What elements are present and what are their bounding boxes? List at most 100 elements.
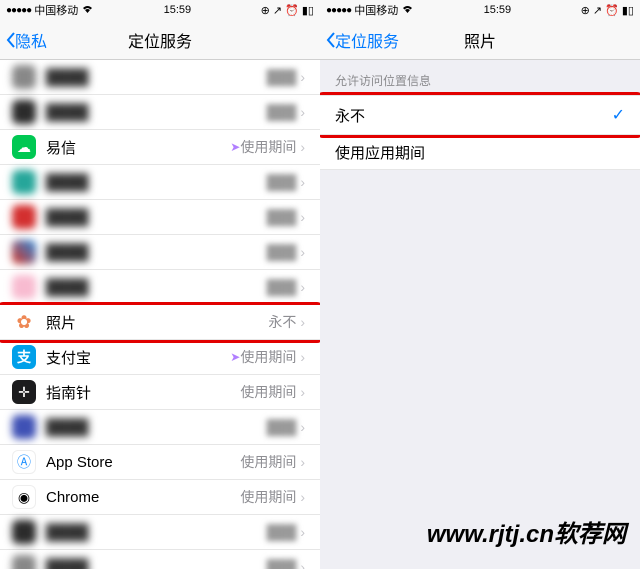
time-label: 15:59 — [484, 4, 512, 16]
row-label: ████ — [46, 104, 267, 121]
app-list[interactable]: ███████›███████›☁易信➤使用期间›███████›███████… — [0, 60, 320, 569]
row-value: ███ — [267, 419, 297, 435]
row-value: 使用期间 — [240, 347, 296, 367]
row-value: 使用期间 — [240, 452, 296, 472]
blue-icon — [12, 415, 36, 439]
time-label: 15:59 — [164, 4, 192, 16]
row-label: ████ — [46, 559, 267, 569]
chrome-icon: ◉ — [12, 485, 36, 509]
grey-icon — [12, 555, 36, 569]
list-item[interactable]: ███████› — [0, 165, 320, 200]
list-item[interactable]: ✛ 指南针使用期间› — [0, 375, 320, 410]
row-label: 照片 — [46, 312, 268, 333]
row-value: ███ — [267, 524, 297, 540]
list-item[interactable]: ███████› — [0, 410, 320, 445]
chevron-right-icon: › — [300, 244, 305, 260]
list-item[interactable]: ☁易信➤使用期间› — [0, 130, 320, 165]
row-label: ████ — [46, 524, 267, 541]
right-pane: ●●●●● 中国移动 15:59 ⊕ ↗ ⏰ ▮▯ 定位服务 照片 允许访问位置… — [320, 0, 640, 569]
chevron-right-icon: › — [300, 419, 305, 435]
option-never[interactable]: 永不 ✓ — [320, 95, 640, 135]
list-item[interactable]: ███████› — [0, 270, 320, 305]
nav-bar-right: 定位服务 照片 — [320, 20, 640, 60]
dark-icon — [12, 100, 36, 124]
location-arrow-icon: ➤ — [230, 140, 240, 154]
left-pane: ●●●●● 中国移动 15:59 ⊕ ↗ ⏰ ▮▯ 隐私 定位服务 ██████… — [0, 0, 320, 569]
chevron-right-icon: › — [300, 174, 305, 190]
row-value: 使用期间 — [240, 137, 296, 157]
row-value: ███ — [267, 209, 297, 225]
section-header: 允许访问位置信息 — [320, 60, 640, 95]
options-area: 允许访问位置信息 永不 ✓ 使用应用期间 — [320, 60, 640, 569]
list-item[interactable]: ███████› — [0, 550, 320, 569]
status-bar-left: ●●●●● 中国移动 15:59 ⊕ ↗ ⏰ ▮▯ — [0, 0, 320, 20]
list-item[interactable]: ◉ Chrome使用期间› — [0, 480, 320, 515]
list-item[interactable]: ⒶApp Store使用期间› — [0, 445, 320, 480]
row-value: 永不 — [268, 312, 296, 332]
list-item[interactable]: 支支付宝➤使用期间› — [0, 340, 320, 375]
chevron-left-icon — [326, 32, 335, 48]
row-value: ███ — [267, 244, 297, 260]
row-value: ███ — [267, 69, 297, 85]
chevron-right-icon: › — [300, 314, 305, 330]
chevron-right-icon: › — [300, 69, 305, 85]
highlight-box: 永不 ✓ — [320, 92, 640, 138]
row-value: 使用期间 — [240, 487, 296, 507]
grey-icon — [12, 65, 36, 89]
nav-title-left: 定位服务 — [0, 28, 320, 52]
row-value: ███ — [267, 559, 297, 569]
row-label: ████ — [46, 279, 267, 296]
watermark-text: www.rjtj.cn软荐网 — [427, 514, 626, 549]
row-value: ███ — [267, 279, 297, 295]
row-value: ███ — [267, 174, 297, 190]
row-label: ████ — [46, 244, 267, 261]
row-value: ███ — [267, 104, 297, 120]
signal-dots: ●●●●● — [326, 5, 351, 16]
photos-icon — [12, 310, 36, 334]
signal-dots: ●●●●● — [6, 5, 31, 16]
chevron-right-icon: › — [300, 349, 305, 365]
chevron-right-icon: › — [300, 139, 305, 155]
row-label: Chrome — [46, 489, 240, 506]
back-button-location[interactable]: 定位服务 — [320, 28, 399, 52]
row-label: 指南针 — [46, 382, 240, 403]
chevron-right-icon: › — [300, 524, 305, 540]
back-button-privacy[interactable]: 隐私 — [0, 28, 47, 52]
carrier-label: 中国移动 — [34, 2, 78, 18]
option-while-using[interactable]: 使用应用期间 — [320, 135, 640, 170]
row-value: 使用期间 — [240, 382, 296, 402]
carrier-label: 中国移动 — [354, 2, 398, 18]
compass-icon: ✛ — [12, 380, 36, 404]
nav-bar-left: 隐私 定位服务 — [0, 20, 320, 60]
row-label: ████ — [46, 419, 267, 436]
chevron-right-icon: › — [300, 559, 305, 569]
location-arrow-icon: ➤ — [230, 350, 240, 364]
appstore-icon: Ⓐ — [12, 450, 36, 474]
checkmark-icon: ✓ — [612, 105, 625, 125]
pink-icon — [12, 275, 36, 299]
chevron-right-icon: › — [300, 104, 305, 120]
list-item[interactable]: 照片永不› — [0, 305, 320, 340]
row-label: ████ — [46, 69, 267, 86]
row-label: ████ — [46, 209, 267, 226]
list-item[interactable]: ███████› — [0, 235, 320, 270]
row-label: 支付宝 — [46, 347, 230, 368]
chevron-left-icon — [6, 32, 15, 48]
status-icons: ⊕ ↗ ⏰ ▮▯ — [581, 4, 634, 17]
list-item[interactable]: ███████› — [0, 515, 320, 550]
list-item[interactable]: ███████› — [0, 200, 320, 235]
list-item[interactable]: ███████› — [0, 60, 320, 95]
row-label: 易信 — [46, 137, 230, 158]
back-label: 隐私 — [15, 28, 47, 52]
chevron-right-icon: › — [300, 384, 305, 400]
option-label: 永不 — [335, 105, 612, 126]
list-item[interactable]: ███████› — [0, 95, 320, 130]
alipay-icon: 支 — [12, 345, 36, 369]
red-icon — [12, 205, 36, 229]
wifi-icon — [401, 4, 414, 16]
back-label: 定位服务 — [335, 28, 399, 52]
chevron-right-icon: › — [300, 209, 305, 225]
dark-icon — [12, 520, 36, 544]
chevron-right-icon: › — [300, 489, 305, 505]
mix-icon — [12, 240, 36, 264]
